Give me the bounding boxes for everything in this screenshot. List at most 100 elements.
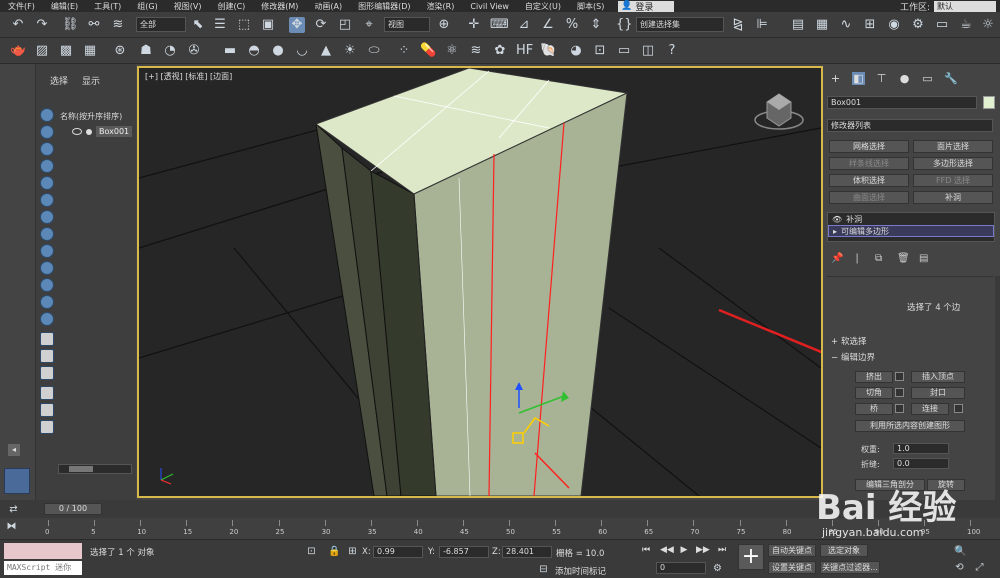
render-production-icon[interactable]: ☕ <box>958 17 974 33</box>
time-tag-icon[interactable]: ⊟ <box>538 564 549 575</box>
name-column-header[interactable]: 名称(按升序排序) <box>60 111 122 122</box>
scroll-thumb[interactable] <box>69 466 93 472</box>
funnel-icon[interactable] <box>40 403 54 417</box>
select-by-name-icon[interactable]: ☰ <box>212 17 228 33</box>
set-key-plus-button[interactable]: + <box>738 544 764 570</box>
menu-file[interactable]: 文件(F) <box>0 1 43 12</box>
hair-fur-icon[interactable]: ≋ <box>468 43 484 59</box>
material-sphere-icon[interactable]: ◕ <box>568 43 584 59</box>
filter-icon[interactable] <box>40 386 54 400</box>
render-setup-icon[interactable]: ⚙ <box>910 17 926 33</box>
menu-customize[interactable]: 自定义(U) <box>517 1 569 12</box>
connect-settings-icon[interactable] <box>954 404 963 413</box>
mirror-icon[interactable]: ⧎ <box>730 17 746 33</box>
render-frame-icon[interactable]: ▨ <box>34 43 50 59</box>
orbit-icon[interactable]: ⟲ <box>954 562 965 573</box>
spinner-snap-icon[interactable]: ⇕ <box>588 17 604 33</box>
isolate-icon[interactable]: ⊡ <box>306 546 317 557</box>
hair-tool-icon[interactable]: HF <box>516 43 533 59</box>
zoom-icon[interactable]: 🔍 <box>954 546 966 557</box>
utilities-tab-icon[interactable]: 🔧 <box>944 72 958 85</box>
cone-icon[interactable]: ▲ <box>318 43 334 59</box>
redo-icon[interactable]: ↷ <box>34 17 50 33</box>
display-cameras-icon[interactable] <box>40 159 54 173</box>
surface-select-button[interactable]: 曲面选择 <box>829 191 909 204</box>
edit-named-selection-icon[interactable]: {} <box>616 17 633 33</box>
angle-snap-icon[interactable]: ∠ <box>540 17 556 33</box>
named-selection-set-select[interactable]: 创建选择集 <box>636 17 724 32</box>
poly-select-button[interactable]: 多边形选择 <box>913 157 993 170</box>
remove-modifier-icon[interactable]: 🗑 <box>897 254 910 264</box>
reaction-manager-icon[interactable]: ◔ <box>162 43 178 59</box>
command-panel-scrollbar[interactable] <box>995 276 1000 500</box>
menu-civil-view[interactable]: Civil View <box>462 2 517 11</box>
login-dropdown[interactable]: 👤 登录 <box>618 0 675 13</box>
make-unique-icon[interactable]: ⧉ <box>875 254 885 264</box>
maximize-viewport-icon[interactable]: ⤢ <box>974 562 985 573</box>
freeze-dot-icon[interactable] <box>86 128 92 135</box>
show-end-result-icon[interactable]: ❘ <box>853 254 863 264</box>
menu-group[interactable]: 组(G) <box>129 1 165 12</box>
link-icon[interactable]: ⛓ <box>62 17 79 33</box>
align-icon[interactable]: ⊫ <box>754 17 770 33</box>
uvw-icon[interactable]: ⊡ <box>592 43 608 59</box>
display-containers-icon[interactable] <box>40 261 54 275</box>
track-bar[interactable]: ⧓ 0 5 10 15 20 25 30 35 40 45 50 55 60 65 70 75 80 85 90 95… <box>0 518 1000 540</box>
fullscreen-icon[interactable]: ◫ <box>640 43 656 59</box>
edit-triangulation-button[interactable]: 编辑三角剖分 <box>855 479 925 491</box>
menu-views[interactable]: 视图(V) <box>166 1 210 12</box>
sphere-icon[interactable]: ● <box>270 43 286 59</box>
display-groups-icon[interactable] <box>40 210 54 224</box>
render-to-texture-icon[interactable]: ▦ <box>82 43 98 59</box>
add-time-tag[interactable]: 添加时间标记 <box>555 565 606 577</box>
extrude-button[interactable]: 挤出 <box>855 371 893 383</box>
key-filters-button[interactable]: 关键点过滤器... <box>820 561 880 574</box>
viewport-layout-icon[interactable] <box>4 468 30 494</box>
perspective-viewport[interactable]: [+] [透视] [标准] [边面] <box>137 66 823 498</box>
keyboard-shortcut-icon[interactable]: ⌨ <box>490 17 509 33</box>
selection-filter-select[interactable]: 全部 <box>136 17 186 32</box>
reference-coordinate-select[interactable]: 视图 <box>384 17 430 32</box>
motion-tab-icon[interactable]: ● <box>898 72 911 85</box>
stack-item-cap-holes[interactable]: 👁 补洞 <box>828 213 994 225</box>
menu-create[interactable]: 创建(C) <box>209 1 253 12</box>
ribbon-toggle-icon[interactable]: ▦ <box>814 17 830 33</box>
display-frozen-icon[interactable] <box>40 278 54 292</box>
insert-vertex-button[interactable]: 插入顶点 <box>911 371 965 383</box>
menu-graph-editors[interactable]: 图形编辑器(D) <box>350 1 418 12</box>
pivot-center-icon[interactable]: ⊕ <box>436 17 452 33</box>
mesh-select-button[interactable]: 网格选择 <box>829 140 909 153</box>
explorer-scrollbar[interactable] <box>58 464 132 474</box>
bridge-button[interactable]: 桥 <box>855 403 893 415</box>
visibility-eye-icon[interactable] <box>72 128 82 135</box>
tab-select[interactable]: 选择 <box>50 74 68 87</box>
chamfer-settings-icon[interactable] <box>895 388 904 397</box>
spline-select-button[interactable]: 样条线选择 <box>829 157 909 170</box>
rendered-frame-icon[interactable]: ▭ <box>934 17 950 33</box>
menu-edit[interactable]: 编辑(E) <box>43 1 86 12</box>
display-particles-icon[interactable] <box>40 295 54 309</box>
display-hidden-icon[interactable] <box>40 312 54 326</box>
next-frame-icon[interactable]: ▶▶ <box>696 544 710 556</box>
object-name-field[interactable]: Box001 <box>827 96 977 109</box>
collapse-icon[interactable]: ◂ <box>8 444 20 456</box>
vol-select-button[interactable]: 体积选择 <box>829 174 909 187</box>
display-bones-icon[interactable] <box>40 244 54 258</box>
curve-editor-icon[interactable]: ∿ <box>838 17 854 33</box>
molecule-icon[interactable]: ⚛ <box>444 43 460 59</box>
unlink-icon[interactable]: ⚯ <box>86 17 102 33</box>
configure-sets-icon[interactable]: ▤ <box>919 254 929 264</box>
y-coordinate-field[interactable]: -6.857 <box>439 546 489 558</box>
display-spacewarps-icon[interactable] <box>40 193 54 207</box>
menu-rendering[interactable]: 渲染(R) <box>419 1 463 12</box>
go-to-end-icon[interactable]: ⏭ <box>716 544 728 556</box>
cylinder-icon[interactable]: ⬭ <box>366 43 382 59</box>
select-object-icon[interactable]: ⬉ <box>190 17 206 33</box>
list-item[interactable]: Box001 <box>72 126 133 137</box>
material-editor-icon[interactable]: ◉ <box>886 17 902 33</box>
patch-select-button[interactable]: 面片选择 <box>913 140 993 153</box>
document-icon[interactable] <box>40 349 54 363</box>
snaps-toggle-icon[interactable]: ⊿ <box>516 17 532 33</box>
workspace-select[interactable]: 默认 <box>934 0 996 12</box>
foliage-icon[interactable]: ✿ <box>492 43 508 59</box>
